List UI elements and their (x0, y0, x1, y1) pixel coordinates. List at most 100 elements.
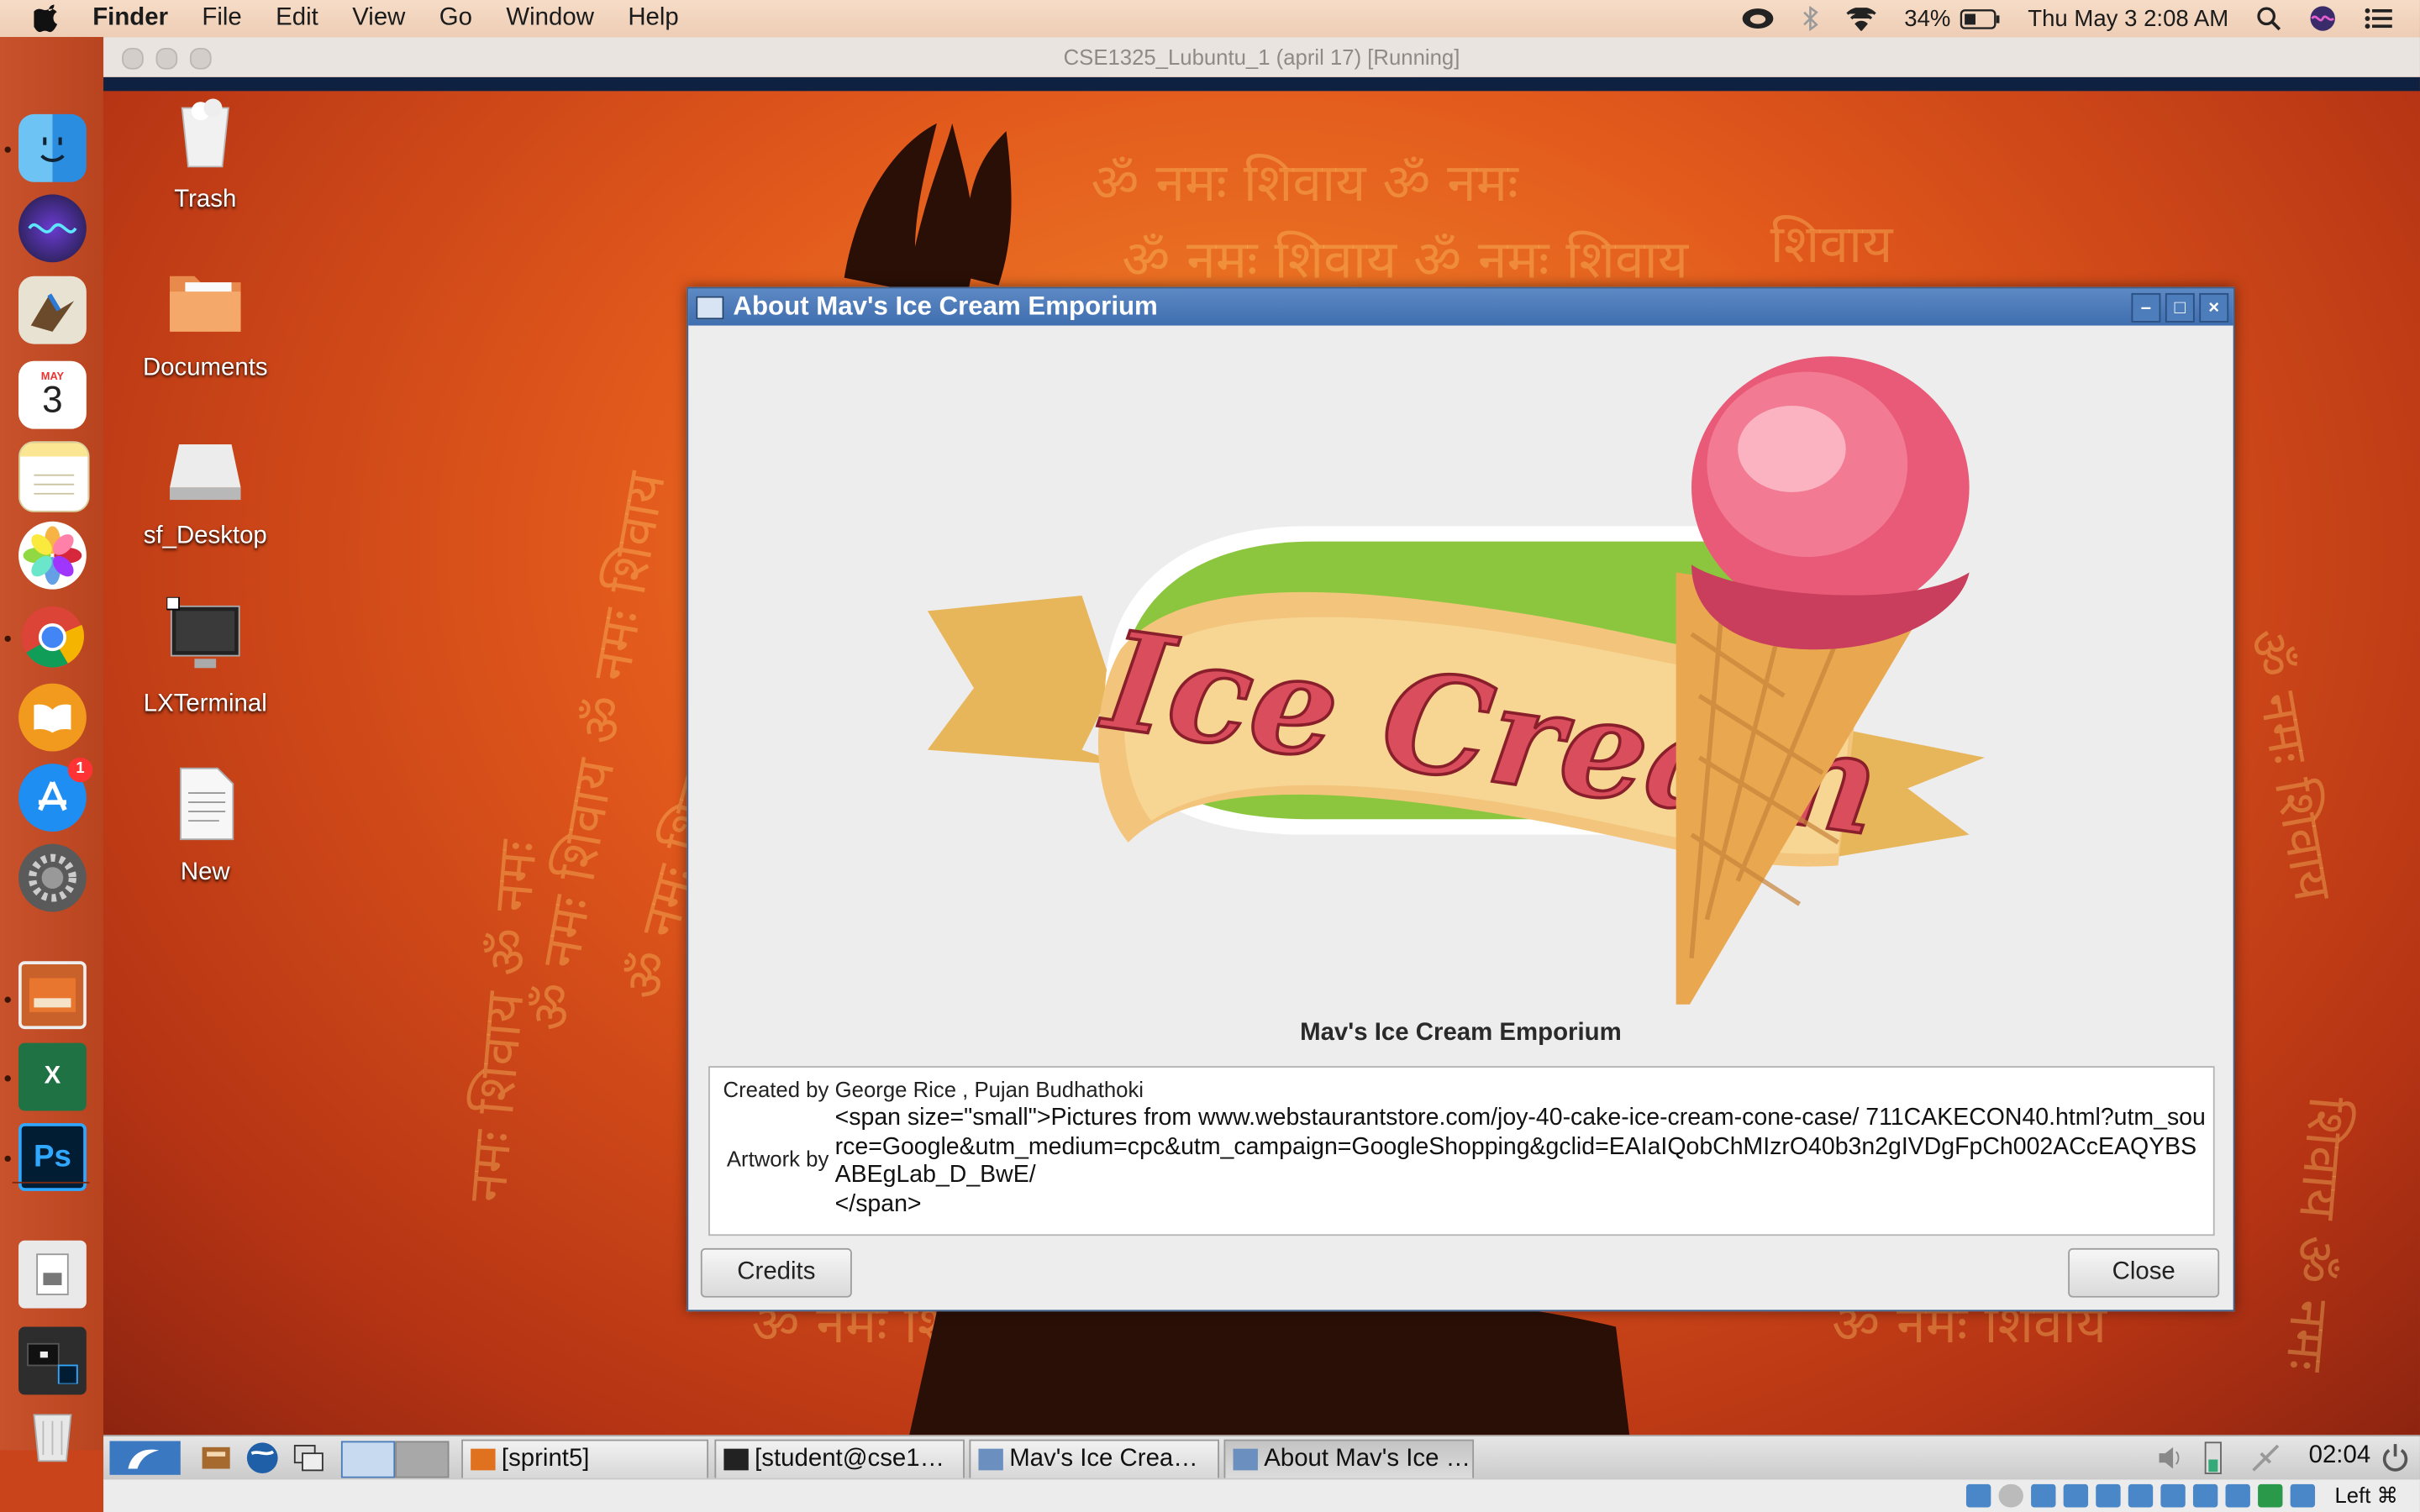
window-icon (978, 1448, 1003, 1471)
cpu-monitor-icon[interactable] (2202, 1441, 2224, 1474)
document-icon (179, 767, 234, 841)
window-switcher-icon[interactable] (292, 1441, 325, 1474)
bluetooth-icon[interactable] (1802, 6, 1818, 31)
panel-clock[interactable]: 02:04 (2309, 1442, 2371, 1470)
credits-button[interactable]: Credits (700, 1247, 852, 1298)
virtualbox-window-title: CSE1325_Lubuntu_1 (april 17) [Running] (1063, 45, 1460, 70)
created-by-value: George Rice , Pujan Budhathoki (834, 1077, 1144, 1102)
power-icon[interactable] (2380, 1441, 2411, 1474)
window-icon (696, 295, 724, 319)
menu-finder[interactable]: Finder (92, 5, 168, 33)
mouse-integration-icon[interactable] (2258, 1483, 2283, 1508)
desktop-icon-new[interactable]: New (120, 765, 290, 887)
photoshop-icon[interactable]: Ps (18, 1123, 87, 1191)
host-key-indicator: Left ⌘ (2334, 1483, 2399, 1508)
desktop-icon-label: Documents (142, 354, 268, 381)
menu-view[interactable]: View (352, 5, 405, 33)
drive-icon (170, 444, 241, 501)
menubar-datetime[interactable]: Thu May 3 2:08 AM (2028, 5, 2228, 31)
network-adapter-icon[interactable] (2063, 1483, 2089, 1508)
desktop-icon-label: LXTerminal (143, 690, 267, 718)
excel-icon[interactable]: X (18, 1042, 87, 1111)
menu-go[interactable]: Go (439, 5, 472, 33)
taskbar-item[interactable]: About Mav's Ice … (1223, 1439, 1475, 1480)
hard-disk-icon[interactable] (1965, 1483, 1991, 1508)
start-menu-icon[interactable] (109, 1441, 181, 1475)
trash-icon[interactable] (18, 1401, 87, 1469)
menu-help[interactable]: Help (628, 5, 678, 33)
siri-menubar-icon[interactable] (2309, 5, 2337, 33)
folder-icon (170, 276, 241, 332)
maximize-button[interactable]: □ (2165, 292, 2195, 323)
svg-text:ॐ नमः शिवाय ॐ नमः शिवाय: ॐ नमः शिवाय ॐ नमः शिवाय (1122, 229, 1690, 291)
chrome-icon[interactable] (18, 603, 87, 671)
folder-icon (471, 1448, 496, 1471)
virtualbox-icon[interactable] (18, 961, 87, 1030)
close-button[interactable]: Close (2068, 1247, 2220, 1298)
cpu-icon[interactable] (2225, 1483, 2250, 1508)
volume-icon[interactable] (2156, 1441, 2187, 1474)
excel-letter: X (44, 1063, 61, 1089)
artwork-by-value: <span size="small">Pictures from www.web… (835, 1105, 2209, 1219)
ibooks-icon[interactable] (18, 683, 87, 752)
audio-icon[interactable] (2031, 1483, 2056, 1508)
desktop-icon-label: New (180, 859, 230, 886)
running-indicator (4, 146, 11, 153)
workspace-1[interactable] (340, 1441, 396, 1478)
notification-center-icon[interactable] (2365, 8, 2392, 29)
display-icon[interactable] (2160, 1483, 2186, 1508)
lxde-taskbar: [sprint5] [student@cse1… Mav's Ice Crea…… (103, 1435, 2420, 1480)
window-icon (1233, 1448, 1258, 1471)
spotlight-search-icon[interactable] (2256, 6, 2281, 31)
menu-file[interactable]: File (202, 5, 241, 33)
mail-icon[interactable] (18, 276, 87, 344)
browser-icon[interactable] (245, 1441, 279, 1474)
finder-icon[interactable] (18, 113, 87, 182)
mac-dock: MAY 3 1 X Ps (0, 37, 105, 1462)
app-store-icon[interactable]: 1 (18, 757, 93, 832)
svg-text:शिवाय ॐ नमः: शिवाय ॐ नमः (2274, 1095, 2359, 1374)
minimize-button[interactable]: – (2131, 292, 2161, 323)
taskbar-item[interactable]: Mav's Ice Crea… (969, 1439, 1219, 1480)
apple-icon[interactable] (34, 4, 61, 33)
downloads-icon[interactable] (18, 1240, 87, 1309)
creative-cloud-icon[interactable] (1741, 6, 1775, 30)
calendar-icon[interactable]: MAY 3 (18, 360, 87, 429)
keyboard-icon[interactable] (2290, 1483, 2316, 1508)
photoshop-letters: Ps (33, 1139, 71, 1173)
about-dialog-titlebar: About Mav's Ice Cream Emporium – □ × (688, 288, 2233, 326)
virtualbox-window-titlebar: CSE1325_Lubuntu_1 (april 17) [Running] (103, 37, 2420, 79)
close-icon[interactable]: × (2199, 292, 2229, 323)
recent-apps-icon[interactable] (18, 1326, 87, 1395)
siri-icon[interactable] (18, 194, 87, 263)
file-manager-icon[interactable] (199, 1441, 233, 1474)
video-capture-icon[interactable] (2192, 1483, 2218, 1508)
shared-folders-icon[interactable] (2128, 1483, 2154, 1508)
desktop-icon-documents[interactable]: Documents (120, 260, 290, 382)
desktop-icon-sf-desktop[interactable]: sf_Desktop (120, 429, 290, 551)
desktop-icon-trash[interactable]: Trash (120, 92, 290, 214)
desktop-icon-label: sf_Desktop (143, 522, 267, 549)
workspace-2[interactable] (395, 1441, 450, 1478)
artwork-by-label: Artwork by (726, 1146, 829, 1172)
optical-drive-icon[interactable] (1998, 1483, 2023, 1508)
created-by-label: Created by (723, 1077, 829, 1102)
usb-icon[interactable] (2096, 1483, 2121, 1508)
network-icon[interactable] (2249, 1441, 2282, 1474)
battery-icon[interactable] (1960, 8, 2000, 29)
artwork-markup-text: <span size="small">Pictures from www.web… (834, 1105, 2206, 1189)
mac-menubar: Finder File Edit View Go Window Help 34%… (0, 0, 2420, 38)
svg-text:ॐ नमः शिवाय: ॐ नमः शिवाय (2236, 624, 2344, 906)
running-indicator (4, 1155, 11, 1163)
menu-window[interactable]: Window (506, 5, 594, 33)
desktop-icon-lxterminal[interactable]: LXTerminal (120, 596, 290, 719)
photos-icon[interactable] (18, 521, 87, 590)
taskbar-item[interactable]: [sprint5] (461, 1439, 709, 1480)
ice-cream-logo: Ice Cream (927, 356, 1985, 1005)
system-preferences-icon[interactable] (18, 843, 87, 912)
notes-icon[interactable] (18, 441, 90, 512)
taskbar-item[interactable]: [student@cse1… (714, 1439, 965, 1480)
virtualbox-statusbar: Left ⌘ (103, 1478, 2420, 1512)
wifi-icon[interactable] (1845, 7, 1876, 30)
menu-edit[interactable]: Edit (276, 5, 318, 33)
